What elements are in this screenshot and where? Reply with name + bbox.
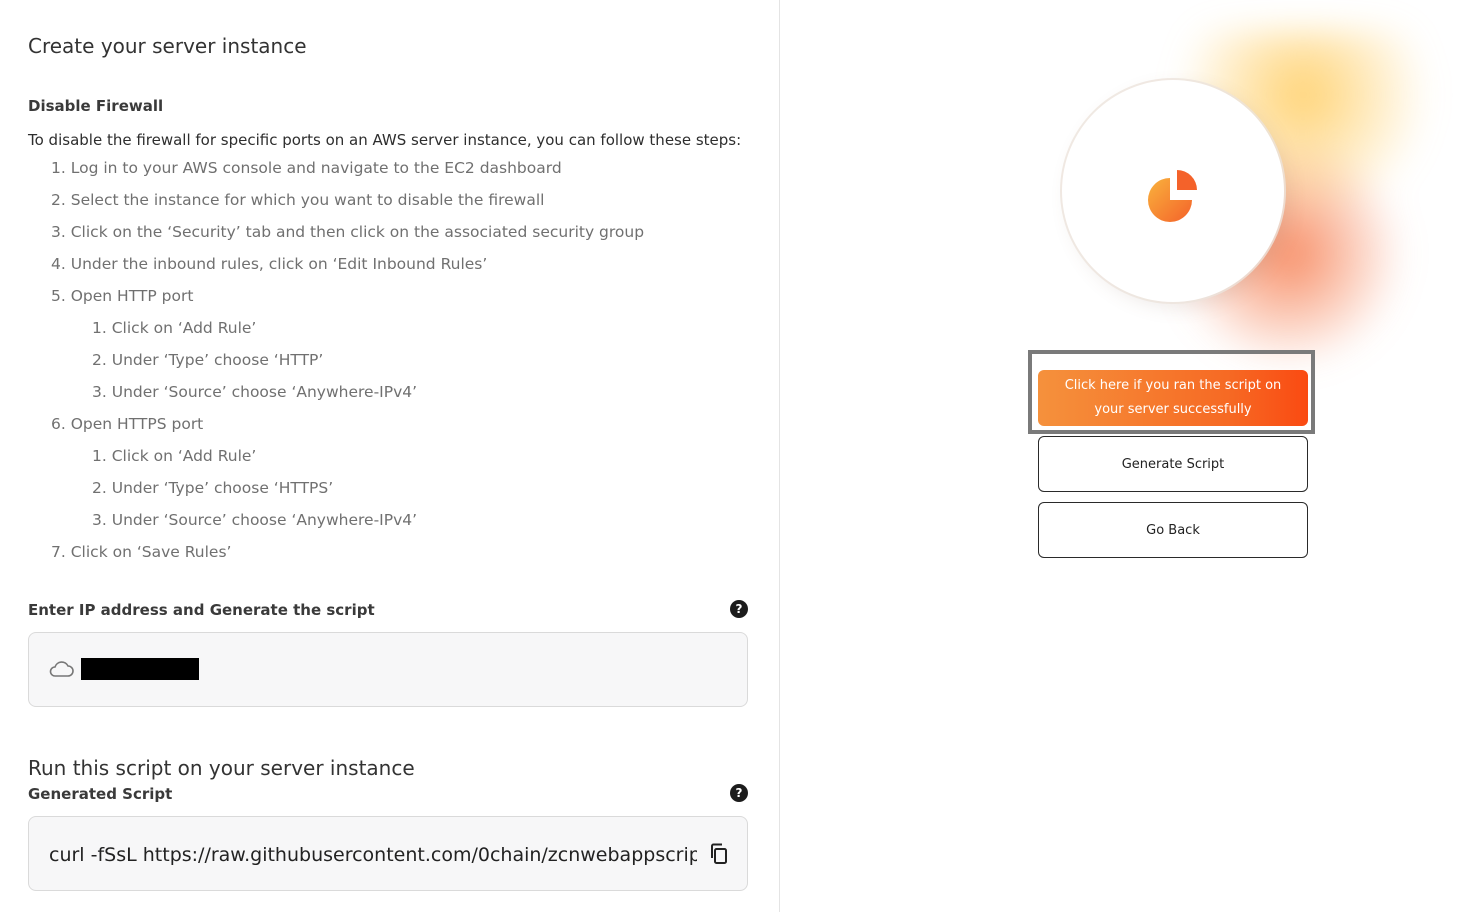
section-title: Disable Firewall: [28, 97, 164, 115]
substep-5-1: 1. Click on ‘Add Rule’: [92, 319, 257, 337]
step-3: 3. Click on the ‘Security’ tab and then …: [51, 223, 645, 241]
substep-6-3: 3. Under ‘Source’ choose ‘Anywhere-IPv4’: [92, 511, 418, 529]
step-1: 1. Log in to your AWS console and naviga…: [51, 159, 562, 177]
go-back-button[interactable]: Go Back: [1038, 502, 1308, 558]
generated-script-text[interactable]: curl -fSsL https://raw.githubusercontent…: [49, 844, 697, 866]
substep-6-1: 1. Click on ‘Add Rule’: [92, 447, 257, 465]
question-circle-icon[interactable]: ?: [730, 600, 748, 618]
copy-icon[interactable]: [709, 843, 729, 865]
intro-text: To disable the firewall for specific por…: [28, 131, 742, 149]
script-container: curl -fSsL https://raw.githubusercontent…: [28, 816, 748, 891]
pie-chart-logo-icon: [1148, 170, 1197, 222]
step-6: 6. Open HTTPS port: [51, 415, 204, 433]
ip-address-input[interactable]: [81, 658, 199, 680]
step-4: 4. Under the inbound rules, click on ‘Ed…: [51, 255, 488, 273]
instructions-panel: Create your server instance Disable Fire…: [0, 0, 780, 912]
generated-script-label: Generated Script: [28, 785, 173, 803]
substep-5-2: 2. Under ‘Type’ choose ‘HTTP’: [92, 351, 324, 369]
step-2: 2. Select the instance for which you wan…: [51, 191, 545, 209]
page-title: Create your server instance: [28, 34, 307, 58]
substep-6-2: 2. Under ‘Type’ choose ‘HTTPS’: [92, 479, 334, 497]
run-script-title: Run this script on your server instance: [28, 756, 415, 780]
step-7: 7. Click on ‘Save Rules’: [51, 543, 232, 561]
ip-section-label: Enter IP address and Generate the script: [28, 601, 375, 619]
script-ran-confirm-button[interactable]: Click here if you ran the script on your…: [1038, 370, 1308, 426]
substep-5-3: 3. Under ‘Source’ choose ‘Anywhere-IPv4’: [92, 383, 418, 401]
page: Create your server instance Disable Fire…: [0, 0, 1461, 912]
generate-script-button[interactable]: Generate Script: [1038, 436, 1308, 492]
step-5: 5. Open HTTP port: [51, 287, 194, 305]
ip-input-container[interactable]: [28, 632, 748, 707]
question-circle-icon[interactable]: ?: [730, 784, 748, 802]
cloud-icon: [49, 661, 74, 677]
